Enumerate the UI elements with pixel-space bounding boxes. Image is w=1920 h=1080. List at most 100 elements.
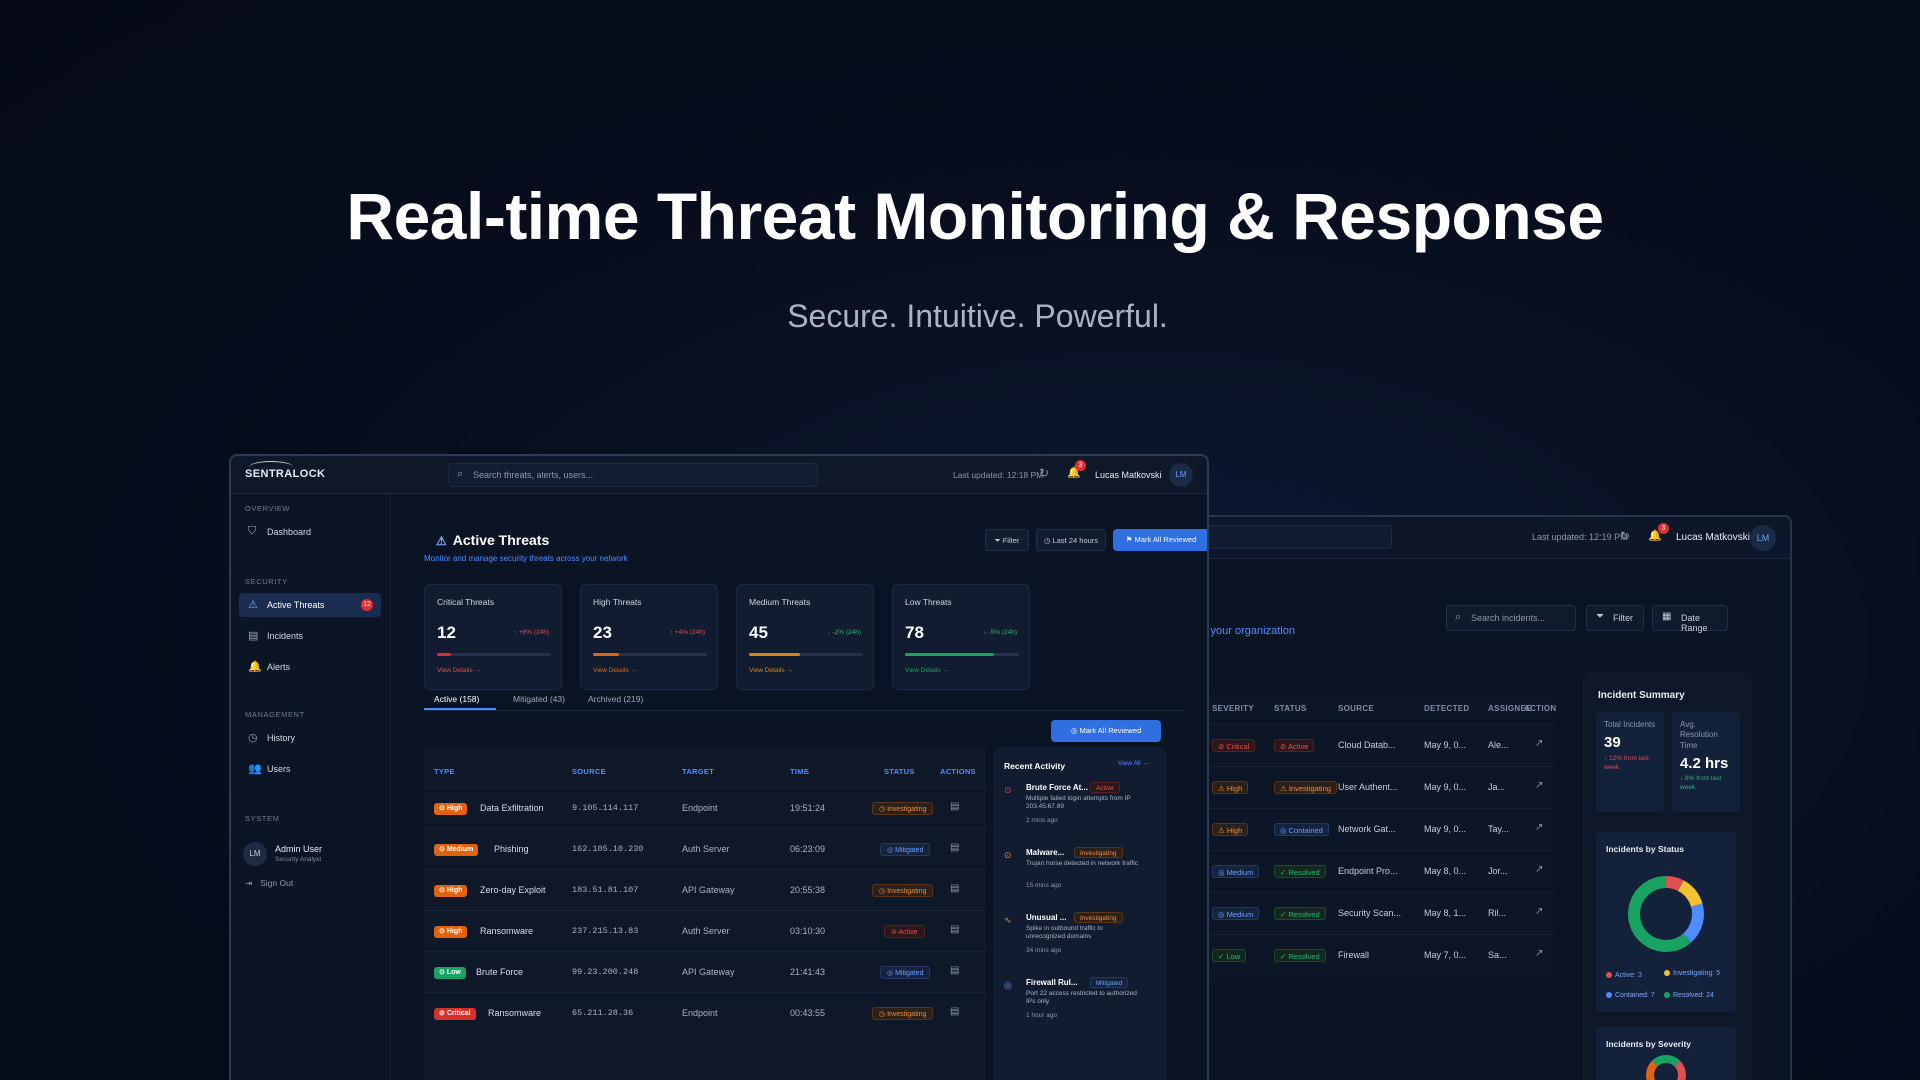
table-row[interactable]: ◎ Medium ✓ Resolved Security Scan... May… [1202, 892, 1554, 934]
sign-out-label: Sign Out [260, 878, 294, 888]
sidebar-item-history[interactable]: ◷ History [239, 726, 381, 750]
warning-icon: ⚠ [436, 534, 447, 548]
activity-item[interactable]: ⊙ Brute Force At... Active Multiple fail… [1004, 782, 1159, 835]
date-range-button[interactable]: ▦ Date Range [1652, 605, 1728, 633]
admin-role: Security Analyst [275, 856, 322, 863]
section-management: MANAGEMENT [245, 710, 305, 719]
view-details-link[interactable]: View Details → [437, 667, 481, 674]
sidebar-item-label: History [267, 733, 296, 743]
pulse-icon: ∿ [1004, 915, 1012, 925]
table-row[interactable]: ⊙ Low Brute Force 99.23.200.248 API Gate… [424, 951, 986, 992]
document-icon[interactable]: ▤ [950, 842, 959, 853]
mark-all-reviewed-button[interactable]: ⚑ Mark All Reviewed [1113, 529, 1207, 551]
table-row[interactable]: ◎ Medium ✓ Resolved Endpoint Pro... May … [1202, 850, 1554, 892]
mark-all-reviewed-button-secondary[interactable]: ◎ Mark All Reviewed [1051, 720, 1161, 742]
refresh-icon[interactable]: ↻ [1620, 529, 1630, 543]
column-header[interactable]: DETECTED [1424, 704, 1470, 713]
stat-label: Medium Threats [749, 597, 811, 607]
external-link-icon[interactable]: ↗ [1535, 948, 1543, 959]
external-link-icon[interactable]: ↗ [1535, 822, 1543, 833]
table-row[interactable]: ⊙ Medium Phishing 162.105.10.230 Auth Se… [424, 828, 986, 869]
time: 19:51:24 [790, 803, 826, 813]
incident-summary-panel: Incident Summary Total Incidents 39 ↑ 12… [1582, 672, 1752, 1080]
document-icon[interactable]: ▤ [950, 965, 959, 976]
view-details-link[interactable]: View Details → [593, 667, 637, 674]
document-icon[interactable]: ▤ [950, 801, 959, 812]
sidebar-item-dashboard[interactable]: ⛉ Dashboard [239, 520, 381, 544]
document-icon[interactable]: ▤ [950, 924, 959, 935]
table-row[interactable]: ⊙ High Zero-day Exploit 183.51.81.107 AP… [424, 869, 986, 910]
external-link-icon[interactable]: ↗ [1535, 864, 1543, 875]
avg-resolution-label: Avg. Resolution Time [1680, 720, 1718, 750]
app-logo[interactable]: SENTRALOCK [245, 468, 325, 480]
source-ip: 99.23.200.248 [572, 967, 639, 977]
activity-item[interactable]: ∿ Unusual ... Investigating Spike in out… [1004, 912, 1159, 965]
user-name[interactable]: Lucas Matkovski [1676, 532, 1750, 543]
severity-badge: ⊙ High [434, 885, 468, 897]
tab-active[interactable]: Active (158) [434, 694, 479, 704]
user-name[interactable]: Lucas Matkovski [1095, 470, 1162, 480]
page-subtitle: s your organization [1202, 625, 1295, 637]
threat-type: Zero-day Exploit [480, 885, 546, 895]
threats-topbar: SENTRALOCK ⌕ Search threats, alerts, use… [231, 456, 1207, 494]
column-header[interactable]: SOURCE [572, 767, 606, 776]
table-row[interactable]: ✓ Low ✓ Resolved Firewall May 7, 0... Sa… [1202, 934, 1554, 976]
sidebar-item-active-threats[interactable]: ⚠ Active Threats 12 [239, 593, 381, 617]
tab-mitigated[interactable]: Mitigated (43) [513, 694, 565, 704]
column-header[interactable]: ACTIONS [940, 767, 976, 776]
activity-item[interactable]: ◎ Firewall Rul... Mitigated Port 22 acce… [1004, 977, 1159, 1030]
external-link-icon[interactable]: ↗ [1535, 906, 1543, 917]
time: 06:23:09 [790, 844, 826, 854]
filter-button[interactable]: ⏷ Filter [985, 529, 1029, 551]
status-badge: ◎ Mitigated [880, 966, 931, 979]
status-badge: ◷ Investigating [872, 1007, 934, 1020]
table-row[interactable]: ⚠ High ⚠ Investigating User Authent... M… [1202, 766, 1554, 808]
activity-time: 15 mins ago [1026, 882, 1062, 889]
table-row[interactable]: ⊙ High Data Exfiltration 9.105.114.117 E… [424, 787, 986, 828]
sidebar-item-users[interactable]: 👥 Users [239, 757, 381, 781]
column-header[interactable]: ACTION [1524, 704, 1556, 713]
sidebar-item-label: Users [267, 764, 291, 774]
activity-item[interactable]: ⊙ Malware... Investigating Trojan horse … [1004, 847, 1159, 900]
table-row[interactable]: ⊙ High Ransomware 237.215.13.83 Auth Ser… [424, 910, 986, 951]
sign-out-button[interactable]: ⇥ Sign Out [245, 878, 293, 889]
tab-archived[interactable]: Archived (219) [588, 694, 643, 704]
global-search-input[interactable]: ⌕ Search threats, alerts, users... [448, 463, 818, 487]
column-header[interactable]: SEVERITY [1212, 704, 1254, 713]
view-all-link[interactable]: View All → [1118, 760, 1149, 767]
incidents-topbar-search[interactable] [1202, 525, 1392, 549]
table-row[interactable]: ⚠ High ◎ Contained Network Gat... May 9,… [1202, 808, 1554, 850]
time: 20:55:38 [790, 885, 826, 895]
avatar[interactable]: LM [243, 842, 267, 866]
column-header[interactable]: STATUS [884, 767, 915, 776]
filter-button[interactable]: ⏷ Filter [1586, 605, 1644, 631]
avg-resolution-value: 4.2 hrs [1680, 755, 1729, 773]
column-header[interactable]: TYPE [434, 767, 455, 776]
sidebar-item-incidents[interactable]: ▤ Incidents [239, 624, 381, 648]
table-row[interactable]: ⊘ Critical ⊘ Active Cloud Datab... May 9… [1202, 724, 1554, 766]
document-icon[interactable]: ▤ [950, 1006, 959, 1017]
external-link-icon[interactable]: ↗ [1535, 780, 1543, 791]
sidebar-item-label: Dashboard [267, 527, 312, 537]
time-range-button[interactable]: ◷ Last 24 hours [1036, 529, 1106, 551]
source-cell: Security Scan... [1338, 908, 1402, 918]
view-details-link[interactable]: View Details → [905, 667, 949, 674]
stat-progress-bar [749, 653, 863, 656]
table-row[interactable]: ⊘ Critical Ransomware 65.211.28.36 Endpo… [424, 992, 986, 1033]
incident-search-input[interactable]: ⌕ Search incidents... [1446, 605, 1576, 631]
sidebar-item-alerts[interactable]: 🔔 Alerts [239, 655, 381, 679]
external-link-icon[interactable]: ↗ [1535, 738, 1543, 749]
section-overview: OVERVIEW [245, 504, 291, 513]
document-icon[interactable]: ▤ [950, 883, 959, 894]
activity-title-text: Malware... [1026, 848, 1065, 857]
column-header[interactable]: SOURCE [1338, 704, 1374, 713]
avatar[interactable]: LM [1169, 463, 1193, 487]
refresh-icon[interactable]: ↻ [1039, 466, 1049, 480]
avatar[interactable]: LM [1750, 525, 1776, 551]
column-header[interactable]: TARGET [682, 767, 714, 776]
status-badge: ◎ Mitigated [880, 843, 931, 856]
threat-type: Phishing [494, 844, 529, 854]
column-header[interactable]: TIME [790, 767, 809, 776]
view-details-link[interactable]: View Details → [749, 667, 793, 674]
column-header[interactable]: STATUS [1274, 704, 1307, 713]
